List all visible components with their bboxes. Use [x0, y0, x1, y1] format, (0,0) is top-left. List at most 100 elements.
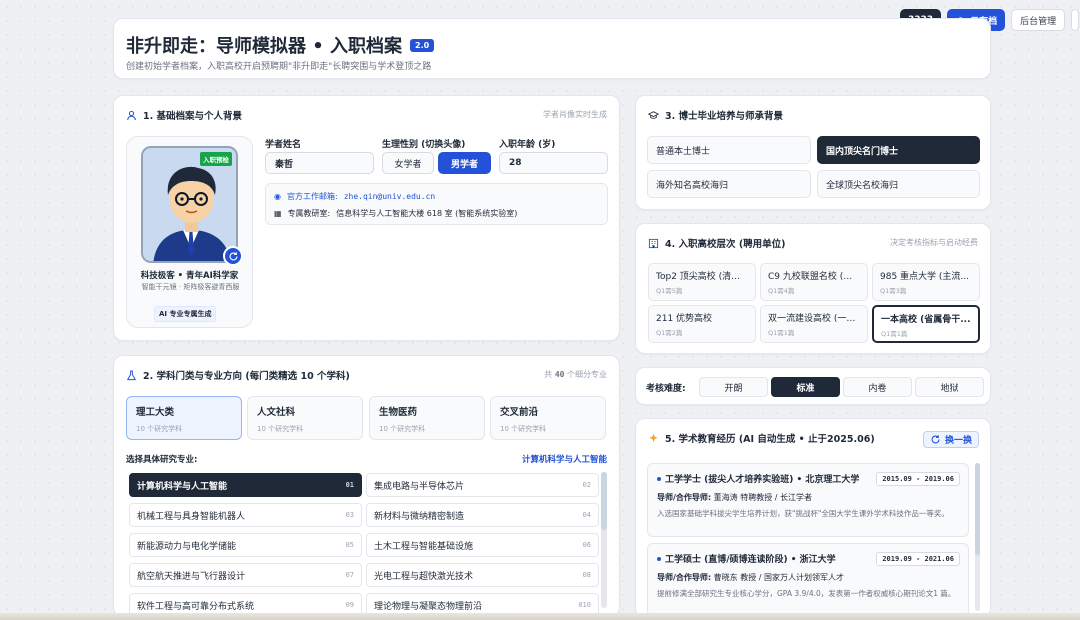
avatar[interactable]: 入职预检 — [141, 146, 238, 263]
specialty-item[interactable]: 新能源动力与电化学储能 05 — [129, 533, 362, 557]
scrollbar-thumb[interactable] — [601, 472, 607, 530]
window-bottom-edge — [0, 613, 1080, 620]
avatar-badge: 入职预检 — [200, 152, 232, 166]
mentor-label: 导师/合作导师: — [657, 573, 712, 582]
specialty-number: 03 — [345, 511, 354, 519]
section-title-text: 4. 入职高校层次 (聘用单位) — [665, 239, 786, 250]
section-title-text: 2. 学科门类与专业方向 (每门类精选 10 个学科) — [143, 371, 350, 382]
specialty-item[interactable]: 航空航天推进与飞行器设计 07 — [129, 563, 362, 587]
category-sub: 10 个研究学科 — [257, 425, 304, 433]
page-title-text: 非升即走：导师模拟器 • 入职档案 — [126, 36, 403, 57]
specialty-number: 02 — [582, 481, 591, 489]
avatar-card: 入职预检 科技极客 • 青年AI科学家 智能干元镜 · 矩阵极客避青西服 AI … — [126, 136, 253, 328]
bullet-icon — [657, 476, 661, 481]
section-title: 1. 基础档案与个人背景 — [126, 108, 242, 122]
category-engineering[interactable]: 理工大类 10 个研究学科 — [126, 396, 242, 440]
specialty-scrollbar[interactable] — [601, 472, 607, 608]
phd-option[interactable]: 海外知名高校海归 — [647, 170, 811, 198]
experience-date: 2019.09 - 2021.06 — [876, 552, 960, 566]
regenerate-label: 换一换 — [944, 436, 972, 446]
ai-generated-pill: AI 专业专属生成 — [154, 306, 217, 322]
category-name: 理工大类 — [136, 407, 175, 418]
gender-male-button[interactable]: 男学者 — [438, 152, 491, 174]
experience-date: 2015.09 - 2019.06 — [876, 472, 960, 486]
specialty-item[interactable]: 集成电路与半导体芯片 02 — [366, 473, 599, 497]
graduation-cap-icon — [648, 110, 659, 119]
specialty-item[interactable]: 光电工程与超快激光技术 08 — [366, 563, 599, 587]
phd-option[interactable]: 全球顶尖名校海归 — [817, 170, 980, 198]
overflow-button[interactable] — [1071, 9, 1080, 31]
specialty-name: 软件工程与高可靠分布式系统 — [137, 601, 255, 612]
specialty-name: 光电工程与超快激光技术 — [374, 571, 474, 582]
bullet-icon — [657, 556, 661, 561]
specialty-item[interactable]: 土木工程与智能基础设施 06 — [366, 533, 599, 557]
gender-female-button[interactable]: 女学者 — [382, 152, 434, 174]
category-humanities[interactable]: 人文社科 10 个研究学科 — [247, 396, 363, 440]
age-label: 入职年龄 (岁) — [499, 140, 556, 150]
tier-option[interactable]: 985 重点大学 (主流... Q1需3篇 — [872, 263, 980, 301]
regenerate-experience-button[interactable]: 换一换 — [922, 431, 979, 448]
specialty-number: 06 — [582, 541, 591, 549]
contact-info-box: ◉ 官方工作邮箱: zhe.qin@univ.edu.cn ▦ 专属教研室: 信… — [265, 183, 608, 225]
difficulty-card: 考核难度: 开朗 标准 内卷 地狱 — [635, 367, 991, 405]
name-label: 学者姓名 — [265, 140, 302, 150]
tier-option[interactable]: 一本高校 (省属骨干... Q1需1篇 — [872, 305, 980, 343]
building-icon — [648, 238, 659, 248]
category-name: 交叉前沿 — [500, 407, 539, 418]
mentor-value: 董海涛 特聘教授 / 长江学者 — [713, 493, 812, 502]
specialty-name: 土木工程与智能基础设施 — [374, 541, 474, 552]
tier-option[interactable]: 211 优势高校 Q1需2篇 — [648, 305, 756, 343]
specialty-number: 010 — [578, 601, 591, 609]
specialty-number: 01 — [345, 481, 354, 489]
specialty-name: 新材料与微纳精密制造 — [374, 511, 465, 522]
section-title-text: 1. 基础档案与个人背景 — [143, 111, 243, 122]
difficulty-option[interactable]: 内卷 — [843, 377, 912, 397]
tier-option[interactable]: 双一流建设高校 (一流... Q1需1篇 — [760, 305, 868, 343]
tier-option[interactable]: Top2 顶尖高校 (清华/... Q1需5篇 — [648, 263, 756, 301]
experience-description: 入选国家基础学科拔尖学生培养计划，获"挑战杯"全国大学生课外学术科技作品一等奖。 — [657, 509, 949, 518]
phd-option[interactable]: 普通本土博士 — [647, 136, 811, 164]
category-sub: 10 个研究学科 — [136, 425, 183, 433]
email-label: 官方工作邮箱: — [286, 192, 338, 201]
header-card: 非升即走：导师模拟器 • 入职档案 2.0 创建初始学者档案，入职高校开启预聘期… — [113, 18, 991, 79]
email-value: zhe.qin@univ.edu.cn — [343, 192, 436, 201]
difficulty-option[interactable]: 开朗 — [699, 377, 768, 397]
phd-option[interactable]: 国内顶尖名门博士 — [817, 136, 980, 164]
tier-option[interactable]: C9 九校联盟名校 (复... Q1需4篇 — [760, 263, 868, 301]
flask-icon — [126, 370, 137, 380]
tier-requirement: Q1需4篇 — [768, 287, 795, 295]
experience-scrollbar[interactable] — [975, 463, 980, 611]
category-interdisciplinary[interactable]: 交叉前沿 10 个研究学科 — [490, 396, 606, 440]
tier-name: 双一流建设高校 (一流... — [768, 314, 860, 324]
tier-name: 985 重点大学 (主流... — [880, 272, 969, 282]
regenerate-avatar-button[interactable] — [223, 246, 243, 266]
specialty-count-number: 40 — [554, 370, 565, 379]
specialty-name: 机械工程与具身智能机器人 — [137, 511, 246, 522]
refresh-icon — [931, 435, 940, 444]
category-biomedicine[interactable]: 生物医药 10 个研究学科 — [369, 396, 485, 440]
section-note: 学者肖像实时生成 — [543, 110, 607, 119]
tier-name: 211 优势高校 — [656, 314, 713, 324]
category-sub: 10 个研究学科 — [500, 425, 547, 433]
choose-specialty-label: 选择具体研究专业: — [126, 455, 198, 465]
difficulty-option[interactable]: 标准 — [771, 377, 840, 397]
name-field[interactable]: 秦哲 — [265, 152, 374, 174]
section-title: 5. 学术教育经历 (AI 自动生成 • 止于2025.06) — [648, 431, 875, 445]
section-note: 决定考核指标与启动经费 — [890, 238, 978, 247]
specialty-item[interactable]: 新材料与微纳精密制造 04 — [366, 503, 599, 527]
difficulty-label: 考核难度: — [646, 384, 686, 394]
tier-requirement: Q1需2篇 — [656, 329, 683, 337]
admin-button[interactable]: 后台管理 — [1011, 9, 1066, 31]
mentor-value: 曹晓东 教授 / 国家万人计划领军人才 — [713, 573, 844, 582]
scrollbar-thumb[interactable] — [975, 463, 980, 555]
experience-item: 工学硕士 (直博/硕博连读阶段) • 浙江大学 2019.09 - 2021.0… — [647, 543, 969, 617]
mentor-label: 导师/合作导师: — [657, 493, 712, 502]
difficulty-option[interactable]: 地狱 — [915, 377, 984, 397]
section-title: 2. 学科门类与专业方向 (每门类精选 10 个学科) — [126, 368, 350, 382]
tier-requirement: Q1需1篇 — [881, 330, 908, 338]
age-field[interactable]: 28 — [499, 152, 608, 174]
specialty-item[interactable]: 机械工程与具身智能机器人 03 — [129, 503, 362, 527]
refresh-icon — [229, 251, 237, 260]
specialty-item[interactable]: 计算机科学与人工智能 01 — [129, 473, 362, 497]
experience-description: 提前修满全部研究生专业核心学分，GPA 3.9/4.0，发表第一作者权威核心期刊… — [657, 589, 956, 598]
